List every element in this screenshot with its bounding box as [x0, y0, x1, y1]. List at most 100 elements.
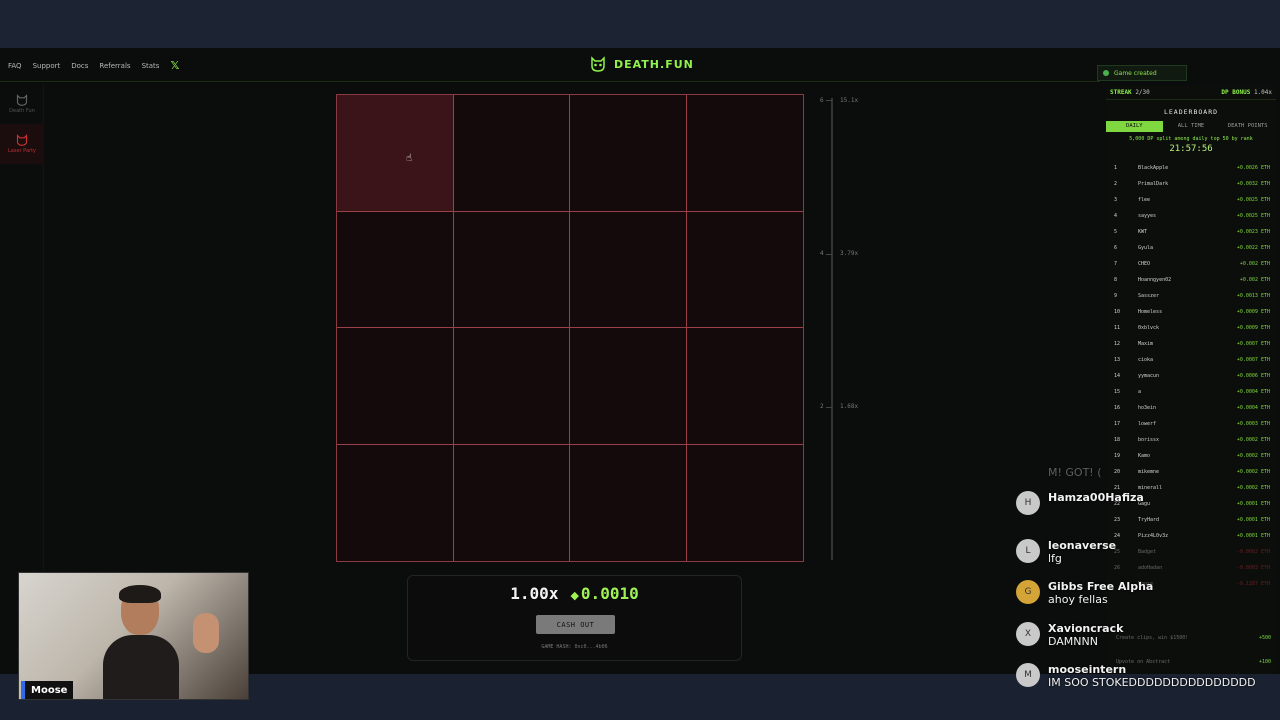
- leaderboard-row[interactable]: 5 KWT +0.0023 ETH: [1106, 224, 1276, 240]
- leaderboard-row[interactable]: 17 lowerf +0.0003 ETH: [1106, 416, 1276, 432]
- game-hash[interactable]: GAME HASH: 0xc0...4b06: [408, 644, 741, 650]
- leaderboard-row[interactable]: 9 Sasszer +0.0013 ETH: [1106, 288, 1276, 304]
- leaderboard-value: +0.0003 ETH: [1236, 421, 1270, 427]
- leaderboard-row[interactable]: 10 Homeless +0.0009 ETH: [1106, 304, 1276, 320]
- scale-tick: [826, 254, 832, 255]
- chat-username: Hamza00Hafiza: [1048, 491, 1144, 504]
- leaderboard-row[interactable]: 12 Maxim +0.0007 ETH: [1106, 336, 1276, 352]
- leaderboard-value: +0.0023 ETH: [1236, 229, 1270, 235]
- rail-item-laser-party[interactable]: Laser Party: [0, 124, 44, 164]
- board-cell[interactable]: [570, 211, 687, 328]
- bet-summary: 1.00x ◆ 0.0010: [408, 584, 741, 603]
- leaderboard-name: Sasszer: [1138, 293, 1160, 299]
- brand-name: DEATH.FUN: [614, 57, 694, 71]
- leaderboard-row[interactable]: 14 yymacun +0.0006 ETH: [1106, 368, 1276, 384]
- leaderboard-rank: 16: [1114, 405, 1121, 411]
- tab-death-points[interactable]: DEATH POINTS: [1219, 121, 1276, 132]
- leaderboard-row[interactable]: 18 borissx +0.0002 ETH: [1106, 432, 1276, 448]
- leaderboard-value: +0.0002 ETH: [1236, 437, 1270, 443]
- leaderboard-name: PrimalDark: [1138, 181, 1169, 187]
- leaderboard-rank: 2: [1114, 181, 1118, 187]
- chat-message: M mooseintern IM SOO STOKEDDDDDDDDDDDDDDD: [1016, 663, 1256, 689]
- bet-amount: ◆ 0.0010: [570, 584, 638, 603]
- leaderboard-row[interactable]: 4 sayyes +0.0025 ETH: [1106, 208, 1276, 224]
- scale-row-label: 2: [820, 403, 824, 410]
- eth-icon: ◆: [570, 589, 579, 602]
- current-multiplier: 1.00x: [510, 584, 559, 603]
- leaderboard-value: +0.0004 ETH: [1236, 405, 1270, 411]
- leaderboard-row[interactable]: 3 flee +0.0025 ETH: [1106, 192, 1276, 208]
- leaderboard-value: +0.0009 ETH: [1236, 309, 1270, 315]
- leaderboard-title: LEADERBOARD: [1163, 108, 1219, 116]
- leaderboard-row[interactable]: 16 ho3ein +0.0004 ETH: [1106, 400, 1276, 416]
- check-icon: [1103, 70, 1109, 76]
- leaderboard-name: a: [1138, 389, 1142, 395]
- avatar: L: [1016, 539, 1040, 563]
- board-cell[interactable]: [337, 444, 454, 561]
- leaderboard-row[interactable]: 6 Gyula +0.0022 ETH: [1106, 240, 1276, 256]
- leaderboard-rank: 15: [1114, 389, 1121, 395]
- leaderboard-value: +0.002 ETH: [1239, 261, 1270, 267]
- leaderboard-row[interactable]: 2 PrimalDark +0.0032 ETH: [1106, 176, 1276, 192]
- leaderboard-name: borissx: [1138, 437, 1160, 443]
- leaderboard-row[interactable]: 19 Kamo +0.0002 ETH: [1106, 448, 1276, 464]
- leaderboard-rank: 9: [1114, 293, 1118, 299]
- webcam-label: Moose: [21, 681, 74, 699]
- rail-item-death-fun[interactable]: Death Fun: [0, 84, 44, 124]
- board-cell[interactable]: [454, 444, 570, 561]
- leaderboard-value: +0.0026 ETH: [1236, 165, 1270, 171]
- top-header: FAQ Support Docs Referrals Stats 𝕏 DEATH…: [0, 48, 1100, 82]
- cash-out-button[interactable]: CASH OUT: [536, 615, 615, 634]
- chat-username: leonaverse: [1048, 539, 1117, 552]
- leaderboard-row[interactable]: 11 0xblvck +0.0009 ETH: [1106, 320, 1276, 336]
- leaderboard-value: +0.0032 ETH: [1236, 181, 1270, 187]
- leaderboard-name: Maxim: [1138, 341, 1154, 347]
- streamer-image: [99, 585, 179, 699]
- multiplier-scale: [831, 98, 833, 560]
- board-cell[interactable]: [337, 95, 454, 212]
- brand-logo[interactable]: DEATH.FUN: [590, 56, 694, 72]
- leaderboard-name: ho3ein: [1138, 405, 1157, 411]
- leaderboard-row[interactable]: 7 CHEO +0.002 ETH: [1106, 256, 1276, 272]
- board-cell[interactable]: [570, 444, 687, 561]
- avatar: M: [1016, 663, 1040, 687]
- board-cell[interactable]: [686, 95, 803, 212]
- nav-support[interactable]: Support: [33, 62, 61, 70]
- tab-all-time[interactable]: ALL TIME: [1163, 121, 1220, 132]
- avatar: X: [1016, 622, 1040, 646]
- leaderboard-value: +0.0006 ETH: [1236, 373, 1270, 379]
- x-logo-icon[interactable]: 𝕏: [170, 59, 179, 72]
- board-cell[interactable]: [337, 211, 454, 328]
- board-cell[interactable]: [686, 212, 803, 328]
- leaderboard-row[interactable]: 13 cioka +0.0007 ETH: [1106, 352, 1276, 368]
- leaderboard-value: +0.0004 ETH: [1236, 389, 1270, 395]
- leaderboard-name: BlackApple: [1138, 165, 1169, 171]
- tab-daily[interactable]: DAILY: [1106, 121, 1163, 132]
- board-cell[interactable]: [570, 95, 687, 212]
- board-cell[interactable]: [337, 328, 454, 445]
- chat-text: IM SOO STOKEDDDDDDDDDDDDDDD: [1048, 676, 1256, 689]
- nav-docs[interactable]: Docs: [71, 62, 88, 70]
- streamer-hair: [119, 585, 161, 603]
- leaderboard-row[interactable]: 15 a +0.0004 ETH: [1106, 384, 1276, 400]
- leaderboard-value: +0.0025 ETH: [1236, 213, 1270, 219]
- board-cell[interactable]: [453, 328, 570, 445]
- leaderboard-name: 0xblvck: [1138, 325, 1160, 331]
- leaderboard-row[interactable]: 1 BlackApple +0.0026 ETH: [1106, 160, 1276, 176]
- chat-message: L leonaverse lfg: [1016, 539, 1116, 565]
- leaderboard-rank: 13: [1114, 357, 1121, 363]
- nav-faq[interactable]: FAQ: [8, 62, 22, 70]
- nav-stats[interactable]: Stats: [142, 62, 160, 70]
- chat-message-faded: M! GOT! (: [1016, 466, 1102, 479]
- leaderboard-rank: 8: [1114, 277, 1118, 283]
- board-cell[interactable]: [570, 328, 687, 445]
- leaderboard-rank: 5: [1114, 229, 1118, 235]
- board-cell[interactable]: [453, 95, 570, 212]
- leaderboard-name: CHEO: [1138, 261, 1151, 267]
- board-cell[interactable]: [687, 445, 804, 562]
- leaderboard-row[interactable]: 8 Hoanngyen02 +0.002 ETH: [1106, 272, 1276, 288]
- board-cell[interactable]: [453, 211, 570, 328]
- dp-bonus-label: DP BONUS: [1221, 89, 1251, 96]
- nav-referrals[interactable]: Referrals: [99, 62, 130, 70]
- board-cell[interactable]: [686, 328, 803, 445]
